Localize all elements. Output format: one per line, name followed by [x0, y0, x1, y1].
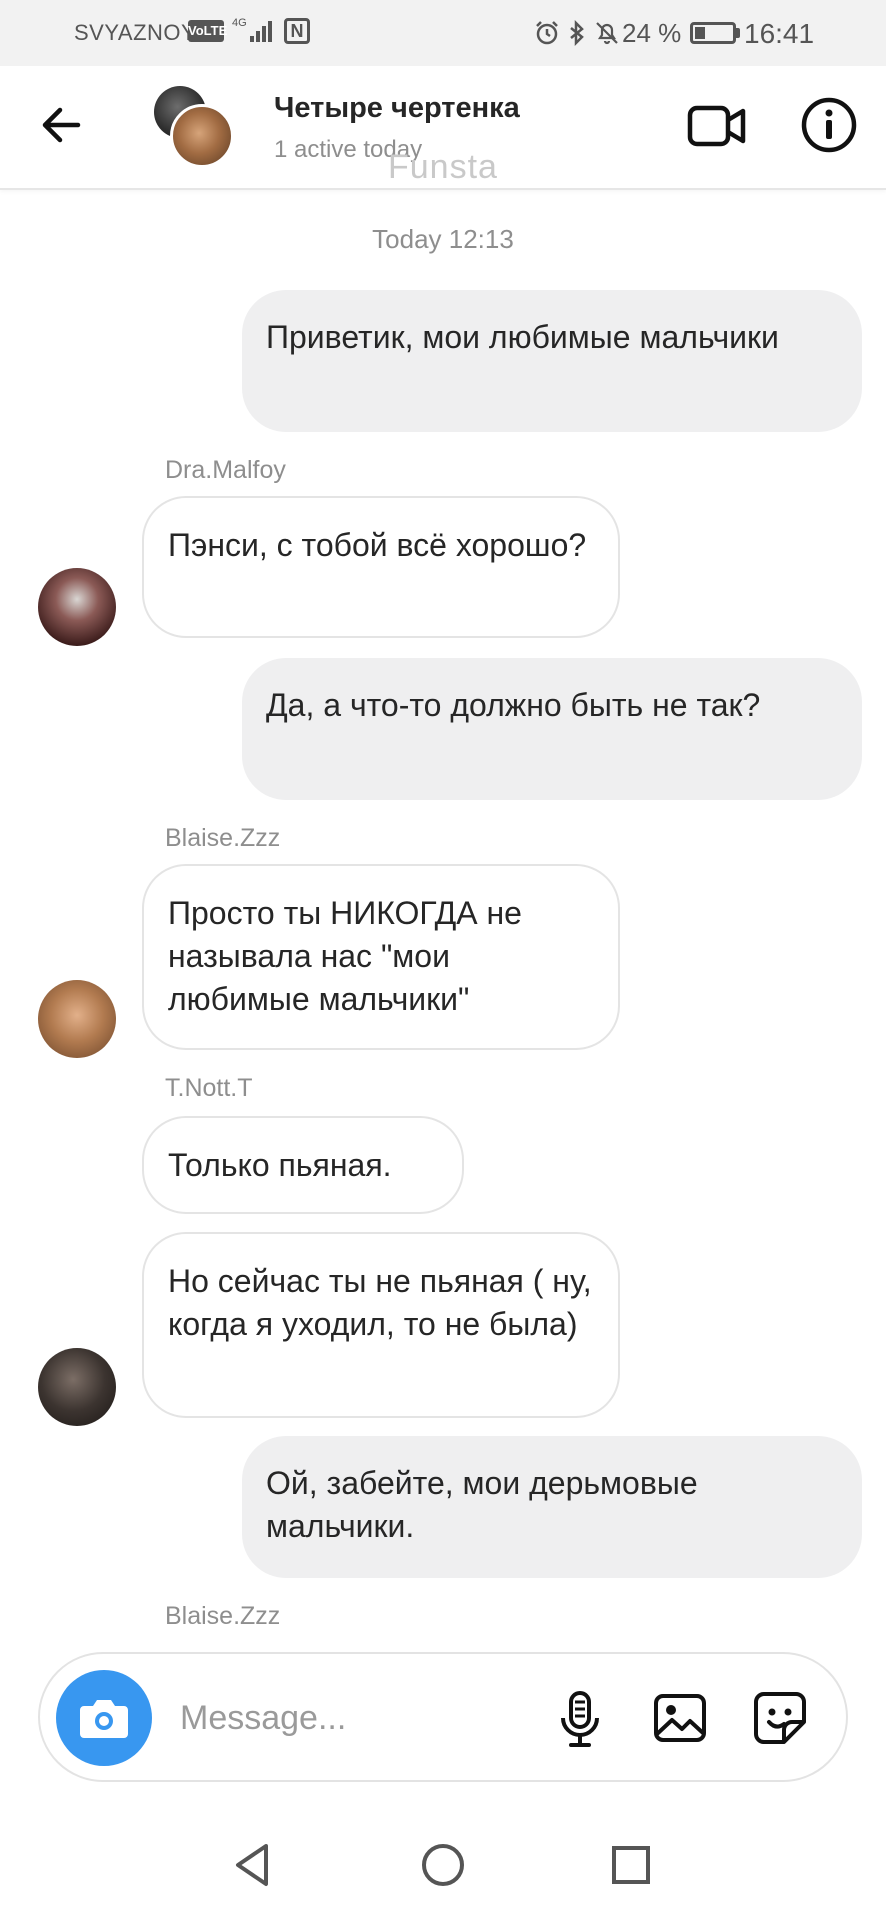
camera-icon	[80, 1700, 128, 1738]
video-camera-icon[interactable]	[686, 96, 748, 156]
message-bubble-incoming[interactable]: Но сейчас ты не пьяная ( ну, когда я ухо…	[142, 1232, 620, 1418]
message-bubble-incoming[interactable]: Просто ты НИКОГДА не называла нас "мои л…	[142, 864, 620, 1050]
battery-fill	[695, 27, 705, 39]
message-bubble-outgoing[interactable]: Ой, забейте, мои дерьмовые мальчики.	[242, 1436, 862, 1578]
message-composer	[38, 1652, 848, 1782]
message-text: Но сейчас ты не пьяная ( ну, когда я ухо…	[168, 1263, 592, 1342]
group-avatar[interactable]	[154, 86, 234, 170]
message-bubble-outgoing[interactable]: Приветик, мои любимые мальчики	[242, 290, 862, 432]
message-bubble-incoming[interactable]: Пэнси, с тобой всё хорошо?	[142, 496, 620, 638]
nav-recents-icon[interactable]	[606, 1840, 656, 1890]
message-text: Ой, забейте, мои дерьмовые мальчики.	[266, 1465, 698, 1544]
carrier-label: SVYAZNOY	[74, 20, 197, 45]
sticker-icon[interactable]	[752, 1690, 808, 1746]
watermark: Funsta	[388, 148, 498, 186]
message-text: Только пьяная.	[168, 1147, 392, 1183]
signal-icon	[250, 21, 272, 42]
nfc-icon: N	[284, 18, 310, 44]
nav-home-icon[interactable]	[418, 1840, 468, 1890]
info-icon[interactable]	[800, 96, 858, 154]
sender-name: T.Nott.T	[165, 1074, 253, 1102]
avatar[interactable]	[38, 568, 116, 646]
alarm-icon	[536, 21, 558, 45]
clock: 16:41	[744, 18, 815, 49]
image-icon[interactable]	[652, 1690, 708, 1746]
system-navigation-bar	[0, 1810, 886, 1920]
avatar[interactable]	[38, 1348, 116, 1426]
sender-name: Blaise.Zzz	[165, 1602, 281, 1630]
message-input[interactable]	[180, 1690, 510, 1746]
message-text: Пэнси, с тобой всё хорошо?	[168, 527, 587, 563]
message-bubble-outgoing[interactable]: Да, а что-то должно быть не так?	[242, 658, 862, 800]
sender-name: Dra.Malfoy	[165, 456, 286, 484]
battery-tip	[736, 28, 740, 38]
mute-icon	[596, 22, 618, 45]
message-text: Да, а что-то должно быть не так?	[266, 687, 761, 723]
chat-timestamp: Today 12:13	[372, 224, 514, 254]
battery-percent: 24 %	[622, 18, 682, 48]
message-bubble-incoming[interactable]: Только пьяная.	[142, 1116, 464, 1214]
chat-title[interactable]: Четыре чертенка	[274, 92, 520, 125]
microphone-icon[interactable]	[552, 1690, 608, 1748]
avatar[interactable]	[38, 980, 116, 1058]
bluetooth-icon	[570, 20, 584, 46]
chat-header: Четыре чертенка 1 active today Funsta	[0, 66, 886, 190]
status-bar: SVYAZNOY VoLTE 4G N 24 % 16:41	[0, 0, 886, 66]
volte-badge: VoLTE	[188, 20, 227, 42]
sender-name: Blaise.Zzz	[165, 824, 281, 852]
message-text: Просто ты НИКОГДА не называла нас "мои л…	[168, 895, 522, 1017]
network-type-label: 4G	[232, 17, 247, 29]
nav-back-icon[interactable]	[228, 1840, 278, 1890]
message-text: Приветик, мои любимые мальчики	[266, 319, 779, 355]
avatar	[170, 104, 234, 168]
battery-icon	[690, 22, 736, 44]
arrow-left-icon[interactable]	[38, 102, 84, 148]
camera-button[interactable]	[56, 1670, 152, 1766]
